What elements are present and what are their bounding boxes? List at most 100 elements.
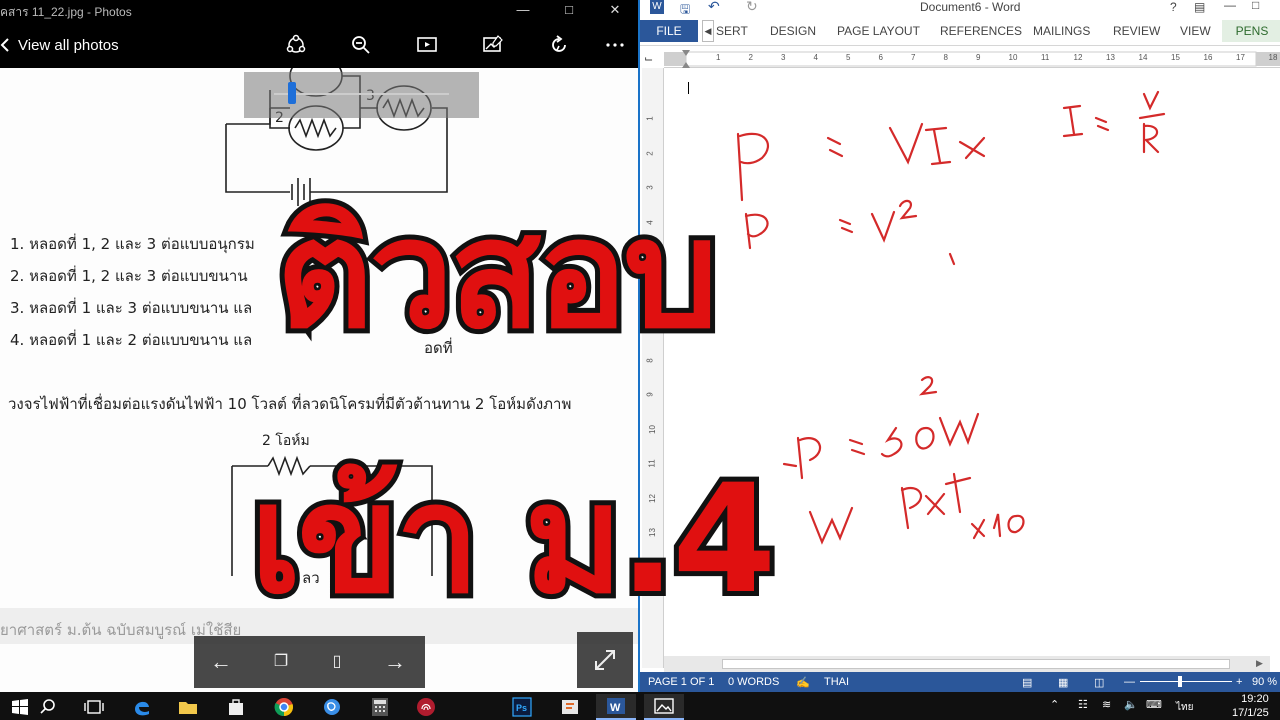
redo-icon[interactable]: ↻ (746, 0, 758, 15)
search-icon[interactable] (28, 694, 68, 720)
ruler-number: 12 (1073, 53, 1083, 62)
undo-icon[interactable]: ↶ (708, 0, 720, 15)
input-language[interactable]: ไทย (1176, 700, 1193, 715)
close-icon[interactable]: ✕ (592, 0, 638, 22)
zoom-icon[interactable] (346, 30, 376, 60)
ruler-number: 15 (1171, 53, 1180, 62)
tab-scroll-left-icon[interactable]: ◀ (702, 20, 714, 42)
tab-review[interactable]: REVIEW (1113, 24, 1160, 38)
horizontal-ruler[interactable]: 1 2 3 4 5 6 7 8 9 10 11 12 13 14 15 16 17 18 (664, 50, 1280, 68)
screen: ิคสาร 11_22.jpg - Photos — □ ✕ View all … (0, 0, 1280, 720)
zoom-level[interactable]: 90 % (1252, 676, 1277, 688)
ruler-number: 9 (976, 53, 981, 62)
clock[interactable]: 19:20 17/1/25 (1232, 692, 1269, 720)
choice-2: 2. หลอดที่ 1, 2 และ 3 ต่อแบบขนาน (10, 267, 248, 285)
tab-page-layout[interactable]: PAGE LAYOUT (837, 24, 920, 38)
choice-3: 3. หลอดที่ 1 และ 3 ต่อแบบขนาน แล (10, 299, 253, 317)
proofing-icon[interactable]: ✍ (796, 676, 810, 689)
photos-titlebar: ิคสาร 11_22.jpg - Photos — □ ✕ (0, 0, 638, 22)
status-bar: PAGE 1 OF 1 0 WORDS ✍ THAI ▤ ▦ ◫ — + 90 … (640, 672, 1280, 692)
ribbon-display-icon[interactable]: ▤ (1194, 0, 1205, 14)
slider-thumb[interactable] (288, 82, 296, 104)
calculator-icon[interactable] (360, 694, 400, 720)
taskbar: Ps W ⌃ ☷ ≋ 🔈 ⌨ ไทย 19:20 17/1/25 (0, 692, 1280, 720)
vruler-number: 9 (645, 392, 655, 397)
read-mode-icon[interactable]: ▤ (1022, 676, 1032, 689)
task-view-icon[interactable] (74, 694, 114, 720)
tab-selector-icon[interactable]: ⌙ (644, 52, 660, 66)
view-all-photos-label: View all photos (18, 36, 119, 54)
photos-icon[interactable] (644, 694, 684, 720)
ruler-number: 10 (1008, 53, 1018, 62)
slider-track (274, 93, 449, 95)
file-explorer-icon[interactable] (168, 694, 208, 720)
word-app-icon: W (650, 0, 664, 14)
clock-time: 19:20 (1241, 693, 1269, 705)
ruler-number: 6 (878, 53, 883, 62)
page-count[interactable]: PAGE 1 OF 1 (648, 676, 714, 688)
store-icon[interactable] (216, 694, 256, 720)
ruler-number: 1 (716, 53, 721, 62)
ribbon-tabs: FILE ◀ SERT DESIGN PAGE LAYOUT REFERENCE… (640, 16, 1280, 46)
ruler-number: 14 (1138, 53, 1148, 62)
tray-chevron-icon[interactable]: ⌃ (1050, 698, 1059, 711)
zoom-out-icon[interactable]: — (1124, 676, 1135, 688)
mail-icon[interactable] (312, 694, 352, 720)
tab-insert[interactable]: SERT (716, 24, 748, 38)
tab-view[interactable]: VIEW (1180, 24, 1211, 38)
tab-references[interactable]: REFERENCES (940, 24, 1022, 38)
fingerprint-icon[interactable] (406, 694, 446, 720)
network-icon[interactable]: ☷ (1078, 698, 1088, 711)
print-layout-icon[interactable]: ▦ (1058, 676, 1068, 689)
ruler-number: 8 (943, 53, 948, 62)
clock-date: 17/1/25 (1232, 707, 1269, 719)
tab-design[interactable]: DESIGN (770, 24, 816, 38)
ruler-number: 5 (846, 53, 851, 62)
wifi-icon[interactable]: ≋ (1102, 698, 1111, 711)
scroll-thumb[interactable] (722, 659, 1230, 669)
back-arrow-icon (0, 38, 9, 52)
zoom-in-icon[interactable]: + (1236, 676, 1242, 688)
tab-file[interactable]: FILE (640, 20, 698, 42)
zoom-slider-thumb[interactable] (1178, 676, 1182, 687)
tab-mailings[interactable]: MAILINGS (1033, 24, 1090, 38)
app-icon[interactable] (550, 694, 590, 720)
question-text: วงจรไฟฟ้าที่เชื่อมต่อแรงดันไฟฟ้า 10 โวลต… (8, 395, 572, 413)
photos-toolbar: View all photos (0, 22, 638, 68)
tab-pens[interactable]: PENS (1222, 20, 1280, 42)
word-count[interactable]: 0 WORDS (728, 676, 779, 688)
chrome-icon[interactable] (264, 694, 304, 720)
previous-arrow-icon[interactable]: ← (204, 646, 238, 678)
word-maximize-icon[interactable]: □ (1252, 0, 1259, 12)
ruler-number: 11 (1041, 53, 1050, 62)
edge-icon[interactable] (122, 694, 162, 720)
word-minimize-icon[interactable]: — (1224, 0, 1236, 12)
web-layout-icon[interactable]: ◫ (1094, 676, 1104, 689)
overlay-title-line1: ติวสอบ (271, 183, 723, 367)
ruler-number: 2 (748, 53, 753, 62)
scroll-right-icon[interactable]: ▶ (1256, 658, 1263, 669)
word-icon[interactable]: W (596, 694, 636, 720)
share-icon[interactable] (281, 30, 311, 60)
zoom-slider-track[interactable] (1140, 681, 1232, 682)
ruler-number: 7 (911, 53, 916, 62)
slideshow-icon[interactable] (412, 30, 442, 60)
overlay-title-line2: เข้า ม.4 (245, 448, 781, 632)
help-icon[interactable]: ? (1170, 0, 1177, 14)
rotate-icon[interactable] (544, 30, 574, 60)
more-icon[interactable] (600, 30, 630, 60)
photoshop-icon[interactable]: Ps (502, 694, 542, 720)
language-indicator[interactable]: THAI (824, 676, 849, 688)
system-tray: ⌃ ☷ ≋ 🔈 ⌨ ไทย (1050, 698, 1200, 714)
choice-4: 4. หลอดที่ 1 และ 2 ต่อแบบขนาน แล (10, 331, 253, 349)
minimize-icon[interactable]: — (500, 0, 546, 22)
vruler-number: 1 (645, 116, 655, 121)
keyboard-icon[interactable]: ⌨ (1146, 698, 1162, 711)
zoom-slider[interactable] (244, 72, 479, 118)
view-all-photos-button[interactable]: View all photos (0, 22, 119, 68)
volume-icon[interactable]: 🔈 (1124, 698, 1138, 711)
maximize-icon[interactable]: □ (546, 0, 592, 22)
vruler-number: 2 (645, 150, 655, 156)
edit-icon[interactable] (478, 30, 508, 60)
ruler-number: 4 (813, 53, 818, 62)
